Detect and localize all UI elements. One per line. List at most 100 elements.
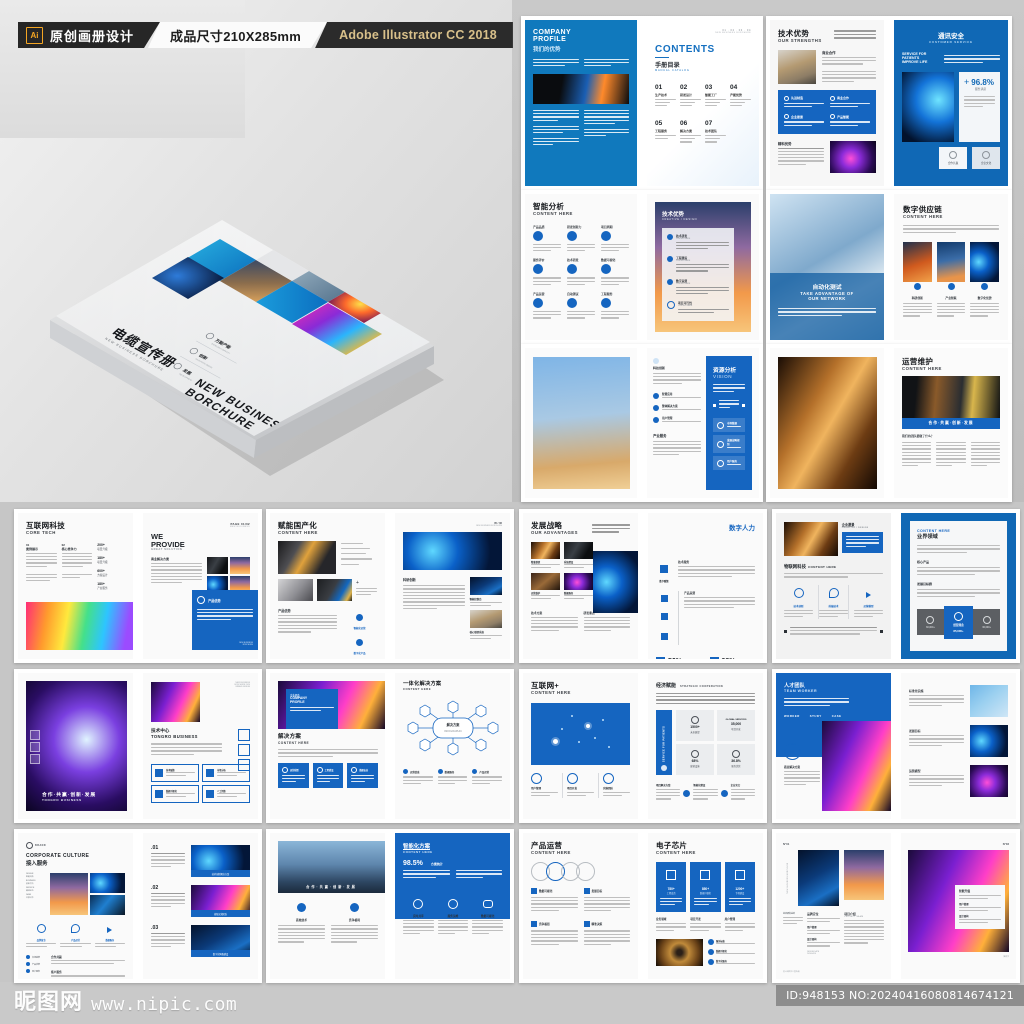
lc-list-1: 智能化运营 [353,626,366,630]
spread-advantages[interactable]: 发展战略 OUR ADVANTAGES 精准制造 系统建设 运营维护 数据服务 … [519,509,767,663]
pj-panel-title: 智能升级 [959,888,971,893]
ribbon-original-tag: Ai 原创画册设计 [18,22,160,48]
pj-panel-item-2: 设计架构 [959,915,969,919]
ad-stat-2: 98% [722,658,736,659]
tm-tab-2[interactable]: STUDY [810,714,822,718]
ct-badge: 产品优势 [208,598,221,603]
contents-num-02: 02 [680,84,688,92]
cu-r-cap-1: 技术创新解决方案 [211,873,230,876]
sa-cell-1: 产品品质 [533,224,545,229]
io-stat-2-label: 经营理念 [953,623,964,627]
po-item-1: 数据可视化 [539,889,553,893]
spread-project[interactable]: N°01 NEW BUSINESS BORCHURE 技术研发总结 品牌定位 用… [772,829,1020,983]
spread-maintenance[interactable]: 运营维护 CONTENT HERE 合作·共赢·创新·发展 我们的团队都做了什么… [766,344,1012,502]
spread-core-tech[interactable]: 互联网科技 CORE TECH 01 案例展示 02 核心竞争力 200+ 项目… [14,509,262,663]
chip-icon-2 [700,869,711,880]
send-icon-2 [866,591,871,598]
spread-smart-analysis[interactable]: 智能分析 CONTENT HERE 产品品质 研发创新力 项目周期 服务评价 技… [521,190,763,344]
lc-list-2: 数字化产品 [353,651,366,655]
sol-foot-1: 运营信息 [410,770,420,774]
sa-cell-7: 产品运营 [533,292,545,296]
contents-label-06: 解决方案 [680,128,693,133]
ec-card-1-l: 工程改造 [666,892,676,895]
ip-title-en: CONTENT HERE [531,689,571,695]
spread-iot[interactable]: 企业愿景 CREATIVE / DESIGN 物联网科技 CONTENT HER… [772,509,1020,663]
contents-title-en: CONTENTS [655,44,715,55]
chip-icon-3 [734,869,745,880]
chat-icon [482,899,493,908]
spread-tech-center[interactable]: 合作·共赢·创新·发展 TONGRO BUSINESS NEW BUSINESS… [14,669,262,823]
ribbon-size-tag: 成品尺寸210X285mm [148,22,327,48]
pin-icon-3 [70,924,80,933]
ad-col1: 技术方案 [531,610,543,615]
tm-r-item-1: 标准化实施 [909,689,924,693]
ribbon-original-label: 原创画册设计 [50,28,135,44]
tc-banner-en: TONGRO BUSINESS [42,798,82,802]
pj-panel-item-1: 用户管理 [959,902,969,906]
spread-auto-test[interactable]: 自动化测试 TAKE ADVANTAGE OF OUR NETWORK 数字供应… [766,190,1012,344]
cp-title-cn: 我们的优势 [533,46,561,53]
zoom-icon [30,730,40,741]
tile-icon-1 [531,887,537,894]
spread-localization[interactable]: 赋能国产化 CONTENT HERE + 产品优势 智能化运营 数字化产品 05… [266,509,514,663]
ribbon-software-tag: Adobe Illustrator CC 2018 [315,22,513,48]
box-icon-3 [238,759,250,771]
globe-icon-3 [691,716,699,725]
spread-company-profile[interactable]: COMPANY PROFILE 我们的优势 01 · 02 · 03 · 04 … [521,16,763,190]
spread-product-ops[interactable]: 产品运营 CONTENT HERE 数据可视化 发展目标 竞争格局 精准决策 电… [519,829,767,983]
os-grid-3: 企业愿景 [791,114,804,119]
ep-stat-1: 1500+ [690,725,700,730]
ct-stat-3-l: 方案设计 [97,573,108,577]
spread-team[interactable]: 人才团队 TEAM WORKER WORKER STUDY CASE 团队 商业… [772,669,1020,823]
io-col-1: 技术创新 [793,604,804,608]
ct-stat-1-l: 项目升级 [97,547,108,551]
lc-cap1: 智能控制台 [469,598,482,601]
tile-icon-4 [583,921,590,928]
spread-vision[interactable]: 科技创新 智慧应用 整体解决方案 用户管理 产业服务 资源分析 VISION 市… [521,344,763,502]
contents-page-mark-sub: NEW BUSINESS BORCHURE [715,32,751,34]
os-sub1: 商业合作 [822,50,836,55]
badge-icon [197,596,205,604]
ep-side-text: SERVICE FOR PATIENTS [662,725,666,762]
tc-banner-cn: 合作·共赢·创新·发展 [42,793,97,798]
io-section-en: CONTENT HERE [807,565,837,569]
pj-page-mark: N°01 [783,842,790,846]
spread-smart-plan[interactable]: 合作·共赢·创新·发展 高效技术 竞争格局 智能化方案 CONTENT HERE [266,829,514,983]
ep-col-2: 智能化建设 [693,783,706,787]
tm-badge: 团队 [784,743,801,760]
io-r-title-cn: 业界领域 [917,534,938,540]
ec-col-3: 用户管理 [724,918,736,922]
ct-stat-4-l: 产业服务 [97,586,108,590]
ring-icon-3 [603,772,614,784]
os-chip-1: 合作共赢 [947,162,959,166]
pj-foot: 设计说明书 / 宣传册 [783,971,800,973]
ct-provide: PROVIDE [151,539,185,549]
check-icon-2 [316,766,323,773]
tm-tab-1[interactable]: WORKER [784,714,800,718]
tm-r-item-3: 运营模型 [909,769,921,773]
spread-internet-plus[interactable]: 互联网+ CONTENT HERE 用户管理 项目开发 实施团队 经济赋能 ST… [519,669,767,823]
node-icon-3 [155,790,163,798]
contents-num-06: 06 [680,120,688,128]
contents-num-01: 01 [655,84,663,92]
sa-cell-4: 服务评价 [533,258,545,263]
contents-label-02: 研发设计 [680,92,693,97]
tm-tab-3[interactable]: CASE [832,714,842,718]
spread-culture[interactable]: BRAND CORPORATE CULTURE 接入服务 DESIGN 智能科技 B… [14,829,262,983]
spread-solution[interactable]: 企业使命 COMPANY PROFILE 解决方案 CONTENT HERE 运… [266,669,514,823]
tm-title-en: TEAM WORKER [784,689,818,693]
mt-title-cn: 运营维护 [902,357,934,366]
target-icon [667,300,675,309]
cu-r-num-3: .03 [151,925,159,931]
lc-cap2: 核心制造系统 [469,631,484,635]
header-ribbon: Ai 原创画册设计 成品尺寸210X285mm Adobe Illustrato… [18,22,513,48]
vi-item-1: 智慧应用 [662,392,673,396]
sp-banner: 合作·共赢·创新·发展 [306,885,357,889]
pj-col1-sub2: 设计架构 [807,938,817,942]
cu-col-2: 产品运营 [71,940,80,942]
pj-col2-en: PROJECT NAME [844,916,864,918]
settings-icon [660,595,668,602]
spread-our-strengths[interactable]: 技术优势 OUR STRENGTHS 商业合作 先进制造 商业合作 企业愿景 产… [766,16,1012,190]
at-r-title-en: CONTENT HERE [903,213,943,219]
ip-col-2: 项目开发 [567,786,578,790]
